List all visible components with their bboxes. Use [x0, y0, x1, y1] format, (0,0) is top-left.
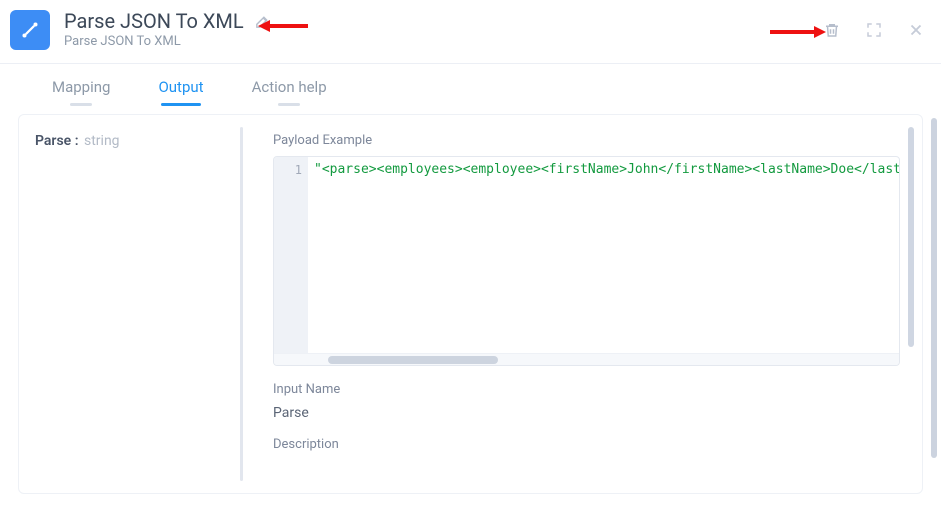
panel-vertical-scrollbar[interactable]: [908, 127, 914, 481]
schema-sidebar: Parse : string: [19, 115, 243, 493]
schema-item-name: Parse: [35, 133, 71, 149]
close-icon[interactable]: [907, 21, 925, 39]
scrollbar-thumb[interactable]: [908, 127, 914, 347]
scrollbar-thumb[interactable]: [931, 118, 937, 458]
trash-icon[interactable]: [823, 21, 841, 39]
tab-output[interactable]: Output: [158, 78, 203, 104]
code-content[interactable]: "<parse><employees><employee><firstName>…: [308, 157, 899, 353]
output-details: Payload Example 1 "<parse><employees><em…: [243, 115, 922, 493]
schema-item-type: string: [84, 133, 120, 149]
input-name-label: Input Name: [273, 382, 900, 397]
tabs: Mapping Output Action help: [0, 64, 941, 114]
expand-icon[interactable]: [865, 21, 883, 39]
tab-label: Action help: [252, 78, 327, 96]
output-panel: Parse : string Payload Example 1 "<parse…: [18, 114, 923, 494]
title-text: Parse JSON To XML: [64, 10, 244, 32]
outer-vertical-scrollbar[interactable]: [931, 114, 937, 511]
schema-item-sep: :: [75, 133, 82, 149]
edit-title-button[interactable]: [254, 13, 271, 30]
tab-action-help[interactable]: Action help: [252, 78, 327, 104]
input-name-value: Parse: [273, 405, 900, 421]
page-subtitle: Parse JSON To XML: [64, 34, 271, 49]
tab-mapping[interactable]: Mapping: [52, 78, 110, 104]
code-gutter: 1: [274, 157, 308, 353]
line-number: 1: [274, 161, 302, 179]
page-title: Parse JSON To XML: [64, 10, 271, 32]
tab-label: Output: [158, 78, 203, 96]
code-horizontal-scrollbar[interactable]: [274, 353, 899, 365]
app-icon: [10, 10, 50, 50]
payload-example-label: Payload Example: [273, 133, 900, 148]
description-label: Description: [273, 437, 900, 452]
scrollbar-thumb[interactable]: [328, 356, 498, 364]
payload-code-box[interactable]: 1 "<parse><employees><employee><firstNam…: [273, 156, 900, 366]
tab-label: Mapping: [52, 78, 110, 96]
schema-item[interactable]: Parse : string: [35, 133, 227, 149]
